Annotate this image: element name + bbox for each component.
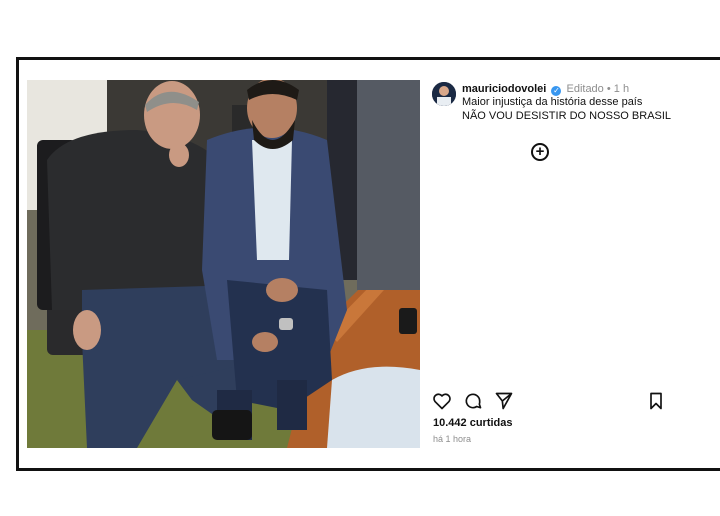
edited-label: Editado [566,83,604,95]
post-photo[interactable] [27,80,420,448]
caption-line: Maior injustiça da história desse país [462,96,643,108]
comment-icon[interactable] [463,391,483,416]
share-icon[interactable] [494,391,514,416]
post-side-panel: mauriciodovolei ✓ Editado • 1 h Maior in… [432,80,672,448]
post-age: 1 h [613,83,630,95]
likes-count[interactable]: 10.442 curtidas [433,417,513,429]
username[interactable]: mauriciodovolei [462,83,546,95]
heart-icon[interactable] [432,391,452,416]
caption-line: NÃO VOU DESISTIR DO NOSSO BRASIL [462,110,672,122]
add-icon[interactable]: + [531,143,549,161]
separator: • [606,83,611,95]
photo-illustration [27,80,420,448]
avatar-image [432,82,456,106]
avatar[interactable] [432,82,456,106]
caption: Maior injustiça da história desse país N… [462,95,671,123]
action-bar [432,391,666,411]
post-header: mauriciodovolei ✓ Editado • 1 h [462,82,629,96]
bookmark-icon[interactable] [646,391,666,416]
post-timestamp: há 1 hora [433,434,472,444]
